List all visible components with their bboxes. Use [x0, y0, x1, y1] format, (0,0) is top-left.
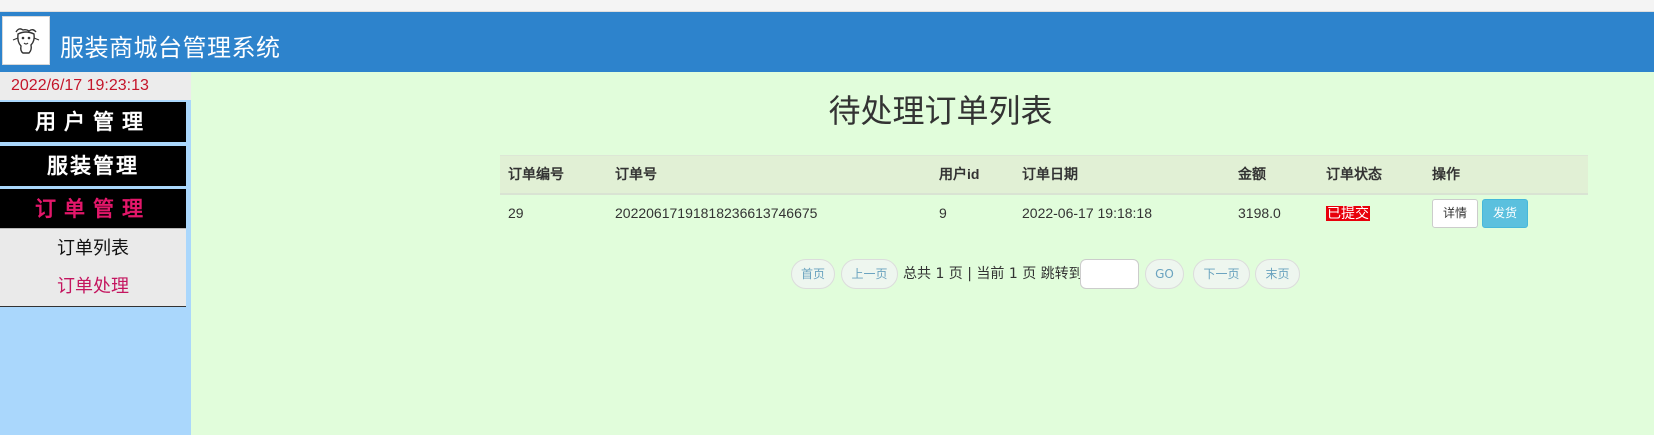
pagination: 首页 上一页 总共 1 页 | 当前 1 页 跳转到 GO 下一页 末页 [191, 259, 1654, 289]
cell-order-no: 20220617191818236613746675 [615, 205, 818, 221]
nav-section-order-management[interactable]: 订单管理 [0, 189, 186, 229]
first-page-button[interactable]: 首页 [791, 259, 835, 289]
status-badge: 已提交 [1326, 205, 1370, 221]
cell-order-date: 2022-06-17 19:18:18 [1022, 205, 1152, 221]
go-button[interactable]: GO [1145, 259, 1184, 289]
app-title: 服装商城台管理系统 [60, 34, 281, 62]
browser-address-strip [0, 0, 1654, 12]
nav-section-clothing-management[interactable]: 服装管理 [0, 146, 186, 186]
column-header-order-no: 订单号 [615, 166, 657, 183]
cell-user-id: 9 [939, 205, 947, 221]
nav-section-user-management[interactable]: 用户管理 [0, 102, 186, 142]
prev-page-button[interactable]: 上一页 [841, 259, 898, 289]
orders-table: 订单编号 订单号 用户id 订单日期 金额 订单状态 操作 29 2022061… [500, 155, 1588, 232]
cell-actions: 详情 发货 [1424, 194, 1588, 232]
table-row: 29 20220617191818236613746675 9 2022-06-… [500, 194, 1588, 232]
main-content: 待处理订单列表 订单编号 订单号 用户id 订单日期 金额 订单状态 操作 29… [191, 72, 1654, 435]
page-title: 待处理订单列表 [828, 92, 1053, 130]
sidebar-item-order-processing[interactable]: 订单处理 [0, 267, 186, 307]
column-header-user-id: 用户id [939, 166, 980, 183]
goat-mascot-icon [12, 27, 40, 54]
page-jump-input[interactable] [1080, 259, 1139, 289]
pagination-summary: 总共 1 页 | 当前 1 页 跳转到 [903, 266, 1083, 282]
next-page-button[interactable]: 下一页 [1193, 259, 1250, 289]
cell-order-id: 29 [508, 205, 524, 221]
sidebar: 2022/6/17 19:23:13 用户管理 服装管理 订单管理 订单列表 订… [0, 72, 191, 435]
detail-button[interactable]: 详情 [1432, 198, 1478, 228]
logo[interactable] [2, 16, 50, 65]
column-header-actions: 操作 [1432, 166, 1460, 183]
ship-button[interactable]: 发货 [1482, 198, 1528, 228]
column-header-order-date: 订单日期 [1022, 166, 1078, 183]
app-root: 服装商城台管理系统 2022/6/17 19:23:13 用户管理 服装管理 订… [0, 0, 1654, 435]
top-header: 服装商城台管理系统 [0, 12, 1654, 72]
sidebar-item-order-list[interactable]: 订单列表 [0, 228, 186, 268]
cell-amount: 3198.0 [1238, 205, 1281, 221]
current-datetime: 2022/6/17 19:23:13 [0, 72, 191, 100]
column-header-order-id: 订单编号 [508, 166, 564, 183]
cell-status: 已提交 [1318, 194, 1424, 232]
column-header-amount: 金额 [1238, 166, 1266, 183]
last-page-button[interactable]: 末页 [1255, 259, 1300, 289]
table-header-row: 订单编号 订单号 用户id 订单日期 金额 订单状态 操作 [500, 155, 1588, 194]
column-header-status: 订单状态 [1326, 166, 1382, 183]
